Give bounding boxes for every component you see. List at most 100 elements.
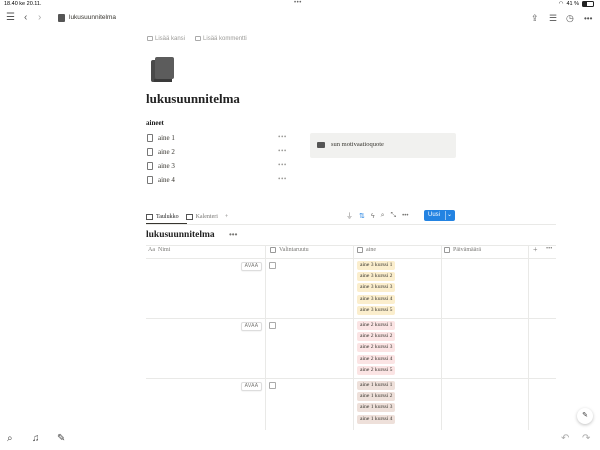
tab-calendar[interactable]: Kalenteri <box>185 214 218 220</box>
page-header-actions: Lisää kansi Lisää kommentti <box>147 36 247 42</box>
automation-icon[interactable]: ϟ <box>371 213 375 220</box>
aine-tag: aine 1 kurssi 1 <box>357 381 396 390</box>
column-divider <box>353 245 354 430</box>
top-bar-title[interactable]: lukusuunnitelma <box>69 14 116 21</box>
aine-tag: aine 2 kurssi 1 <box>357 321 396 330</box>
row-more-button[interactable]: ••• <box>278 161 287 169</box>
battery-icon <box>582 1 594 7</box>
status-right: ◠ 41 % <box>559 1 594 7</box>
page-icon <box>147 162 153 170</box>
search-icon[interactable]: ⌕ <box>381 212 385 220</box>
column-header-date[interactable]: Päivämäärä <box>444 247 481 253</box>
clock-icon[interactable]: ◷ <box>566 12 574 24</box>
row-more-button[interactable]: ••• <box>278 175 287 183</box>
row-more-button[interactable]: ••• <box>278 133 287 141</box>
chevron-left-icon[interactable]: ‹ <box>24 12 27 24</box>
aineet-heading: aineet <box>146 119 164 127</box>
database-tools: ⏚ ⇅ ϟ ⌕ ⤡ ••• <box>346 211 408 221</box>
aine-tag: aine 1 kurssi 2 <box>357 392 396 402</box>
image-icon <box>147 36 153 41</box>
search-icon[interactable]: ⌕ <box>7 433 13 444</box>
table-icon <box>146 214 153 220</box>
comments-icon[interactable]: ☰ <box>549 12 557 24</box>
comment-icon <box>195 36 202 41</box>
view-tabs: Taulukko Kalenteri + <box>146 211 228 223</box>
row-more-button[interactable]: ••• <box>278 147 287 155</box>
table-header: Aa Nimi Valintaruutu aine Päivämäärä + ••… <box>146 245 556 259</box>
book-icon[interactable] <box>151 57 175 84</box>
row-checkbox[interactable] <box>269 322 276 329</box>
tabs-divider <box>146 224 556 225</box>
tools-more-button[interactable]: ••• <box>402 213 408 219</box>
column-divider <box>528 245 529 430</box>
add-view-button[interactable]: + <box>225 214 228 220</box>
open-row-button[interactable]: AVAA <box>241 382 262 391</box>
tab-table[interactable]: Taulukko <box>146 214 179 220</box>
add-cover-button[interactable]: Lisää kansi <box>147 36 185 42</box>
row-border <box>146 318 556 319</box>
aine-tag: aine 3 kurssi 1 <box>357 261 396 270</box>
aine-tag: aine 2 kurssi 3 <box>357 343 396 353</box>
multitask-dots[interactable]: ••• <box>294 0 302 6</box>
wifi-icon: ◠ <box>558 1 564 7</box>
status-bar: 18.40 ke 20.11. ••• ◠ 41 % <box>0 0 600 9</box>
columns-more-button[interactable]: ••• <box>546 246 552 252</box>
new-button[interactable]: Uusi ⌄ <box>424 210 455 221</box>
column-divider <box>441 245 442 430</box>
aine-tag: aine 3 kurssi 4 <box>357 294 396 304</box>
sparkle-icon[interactable]: ✎ <box>577 408 593 424</box>
checkbox-property-icon <box>270 247 276 253</box>
aine-tag: aine 3 kurssi 2 <box>357 272 396 282</box>
column-divider <box>265 245 266 430</box>
filter-icon[interactable]: ⏚ <box>346 211 353 221</box>
column-header-name[interactable]: Aa Nimi <box>148 247 170 253</box>
page-icon <box>147 134 153 142</box>
aine-tag: aine 3 kurssi 5 <box>357 305 396 315</box>
column-header-aine[interactable]: aine <box>357 247 376 253</box>
aine-link[interactable]: aine 4 ••• <box>146 175 290 188</box>
row-checkbox[interactable] <box>269 262 276 269</box>
aine-link[interactable]: aine 2 ••• <box>146 147 290 160</box>
chevron-right-icon[interactable]: › <box>38 12 41 24</box>
table-top-border <box>146 245 556 246</box>
open-book-icon <box>317 142 325 148</box>
aine-tag: aine 1 kurssi 3 <box>357 403 396 413</box>
calendar-property-icon <box>444 247 450 253</box>
redo-icon[interactable]: ↷ <box>582 433 590 444</box>
table-header-border <box>146 258 556 259</box>
bottom-bar: ⌕ ♫ ✎ ↶ ↷ <box>0 430 600 450</box>
add-column-button[interactable]: + <box>533 245 538 254</box>
aine-link[interactable]: aine 1 ••• <box>146 133 290 146</box>
quote-callout[interactable]: sun motivaatioquote <box>310 133 456 158</box>
battery-percent: 41 % <box>566 1 579 7</box>
share-icon[interactable]: ⇪ <box>531 12 539 24</box>
open-row-button[interactable]: AVAA <box>241 322 262 331</box>
new-button-separator <box>445 211 446 220</box>
sort-icon[interactable]: ⇅ <box>359 212 365 220</box>
more-icon[interactable]: ••• <box>584 13 592 25</box>
row-checkbox[interactable] <box>269 382 276 389</box>
row-border <box>146 378 556 379</box>
add-comment-button[interactable]: Lisää kommentti <box>195 36 247 42</box>
document-icon <box>58 14 65 22</box>
database-more-button[interactable]: ••• <box>229 230 237 239</box>
page-icon <box>147 148 153 156</box>
undo-icon[interactable]: ↶ <box>561 433 569 444</box>
database-title[interactable]: lukusuunnitelma <box>146 230 215 240</box>
compose-icon[interactable]: ✎ <box>57 433 65 444</box>
expand-icon[interactable]: ⤡ <box>391 212 397 220</box>
open-row-button[interactable]: AVAA <box>241 262 262 271</box>
aine-link[interactable]: aine 3 ••• <box>146 161 290 174</box>
aine-tag: aine 2 kurssi 5 <box>357 365 396 375</box>
page-title[interactable]: lukusuunnitelma <box>146 91 240 107</box>
bell-icon[interactable]: ♫ <box>32 433 40 444</box>
status-time: 18.40 ke 20.11. <box>4 1 42 7</box>
multiselect-property-icon <box>357 247 363 253</box>
column-header-checkbox[interactable]: Valintaruutu <box>270 247 309 253</box>
aine-tag: aine 3 kurssi 3 <box>357 283 396 293</box>
text-property-icon: Aa <box>148 247 155 253</box>
aine-tag: aine 1 kurssi 4 <box>357 414 396 424</box>
page-icon <box>147 176 153 184</box>
chevron-down-icon[interactable]: ⌄ <box>447 211 452 218</box>
hamburger-icon[interactable]: ☰ <box>6 12 15 24</box>
